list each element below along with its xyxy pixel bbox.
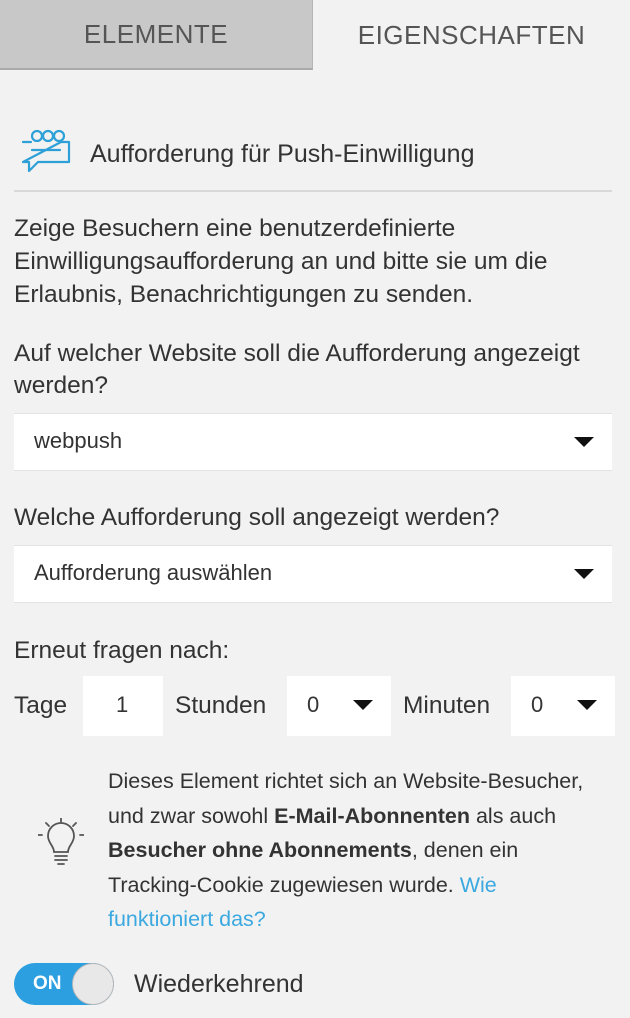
- toggle-knob: [72, 963, 114, 1005]
- element-title: Aufforderung für Push-Einwilligung: [90, 140, 475, 168]
- days-label: Tage: [14, 692, 68, 719]
- toggle-on-label: ON: [33, 973, 62, 994]
- days-value: 1: [116, 692, 129, 717]
- chat-bubbles-icon: [21, 129, 71, 173]
- minutes-label: Minuten: [403, 692, 491, 719]
- days-input[interactable]: 1: [83, 676, 163, 736]
- minutes-select[interactable]: 0: [511, 676, 615, 736]
- prompt-select-value: Aufforderung auswählen: [34, 560, 273, 585]
- recurring-label: Wiederkehrend: [134, 970, 304, 998]
- element-description: Zeige Besuchern eine benutzerdefinierte …: [14, 215, 548, 308]
- hours-value: 0: [307, 692, 320, 717]
- info-text: Dieses Element richtet sich an Website-B…: [108, 769, 584, 931]
- website-question-label: Auf welcher Website soll die Aufforderun…: [14, 340, 580, 399]
- element-header: Aufforderung für Push-Einwilligung: [14, 122, 612, 192]
- hours-label: Stunden: [175, 692, 267, 719]
- ask-again-label: Erneut fragen nach:: [14, 637, 230, 664]
- website-select[interactable]: webpush: [14, 413, 612, 471]
- chevron-down-icon: [577, 700, 597, 710]
- tab-elemente[interactable]: ELEMENTE: [0, 0, 313, 70]
- tab-bar: ELEMENTE EIGENSCHAFTEN: [0, 0, 630, 70]
- ask-again-row: Tage 1 Stunden 0 Minuten 0: [14, 676, 616, 736]
- info-note: Dieses Element richtet sich an Website-B…: [14, 764, 616, 934]
- lightbulb-icon: [38, 818, 84, 865]
- prompt-select[interactable]: Aufforderung auswählen: [14, 545, 612, 603]
- website-select-value: webpush: [34, 428, 123, 453]
- recurring-setting: ON Wiederkehrend: [14, 963, 414, 1005]
- minutes-value: 0: [531, 692, 544, 717]
- chevron-down-icon: [574, 569, 594, 579]
- chevron-down-icon: [574, 437, 594, 447]
- chevron-down-icon: [353, 700, 373, 710]
- hours-select[interactable]: 0: [287, 676, 391, 736]
- recurring-toggle[interactable]: ON: [14, 963, 114, 1005]
- tab-eigenschaften[interactable]: EIGENSCHAFTEN: [313, 0, 630, 70]
- prompt-question-label: Welche Aufforderung soll angezeigt werde…: [14, 504, 500, 531]
